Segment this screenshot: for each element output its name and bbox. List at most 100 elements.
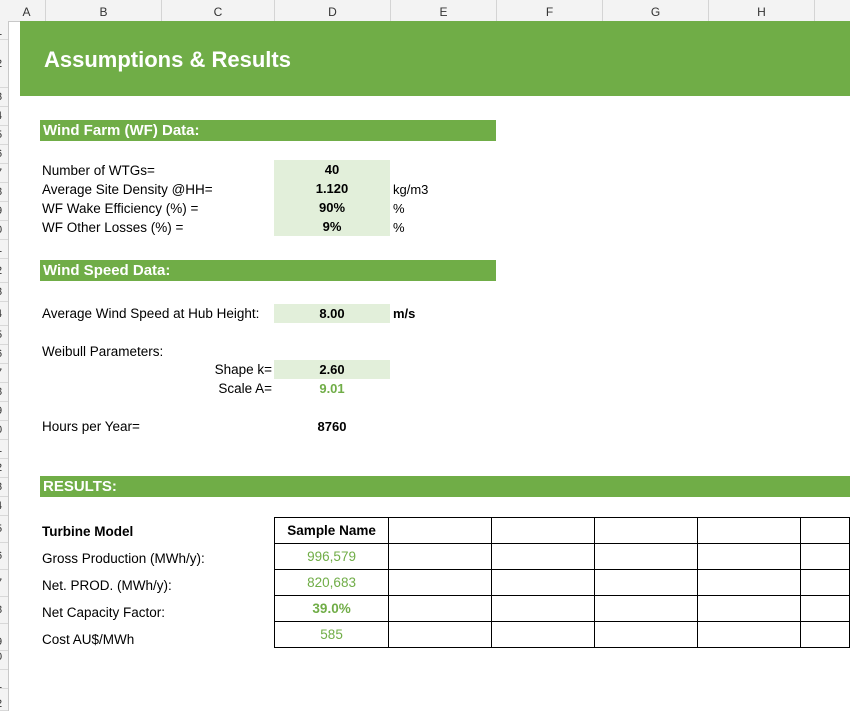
column-header-a[interactable]: A xyxy=(8,0,46,21)
row-header[interactable]: 9 xyxy=(0,402,8,421)
empty-cell[interactable] xyxy=(800,569,850,596)
row-header[interactable]: 0 xyxy=(0,421,8,440)
avg-wind-speed-unit: m/s xyxy=(393,306,416,321)
row-header[interactable]: 8 xyxy=(0,597,8,624)
column-header-h[interactable]: H xyxy=(709,0,815,21)
density-unit: kg/m3 xyxy=(393,182,429,197)
shape-k-input[interactable]: 2.60 xyxy=(274,360,390,379)
table-row: Sample Name xyxy=(273,517,850,544)
empty-cell[interactable] xyxy=(800,595,850,622)
empty-cell[interactable] xyxy=(594,621,699,648)
empty-cell[interactable] xyxy=(388,621,493,648)
column-header-g[interactable]: G xyxy=(603,0,709,21)
row-header[interactable]: 0 xyxy=(0,221,8,240)
wake-efficiency-input[interactable]: 90% xyxy=(274,198,390,217)
row-header[interactable]: 7 xyxy=(0,570,8,597)
other-losses-input[interactable]: 9% xyxy=(274,217,390,236)
section-header-wind-speed: Wind Speed Data: xyxy=(40,260,496,281)
row-header[interactable]: 4 xyxy=(0,302,8,326)
row-header[interactable]: 9 xyxy=(0,202,8,221)
empty-cell[interactable] xyxy=(697,569,802,596)
empty-cell[interactable] xyxy=(697,543,802,570)
empty-cell[interactable] xyxy=(491,517,596,544)
table-row: 585 xyxy=(273,621,850,648)
empty-cell[interactable] xyxy=(800,621,850,648)
empty-cell[interactable] xyxy=(594,595,699,622)
row-header[interactable]: 3 xyxy=(0,283,8,302)
gross-production-label: Gross Production (MWh/y): xyxy=(42,551,205,566)
empty-cell[interactable] xyxy=(491,543,596,570)
avg-wind-speed-label: Average Wind Speed at Hub Height: xyxy=(42,306,260,321)
row-header[interactable]: 5 xyxy=(0,516,8,543)
section-header-results: RESULTS: xyxy=(40,476,850,497)
column-header-f[interactable]: F xyxy=(497,0,603,21)
row-header[interactable]: 6 xyxy=(0,345,8,364)
table-row: 996,579 xyxy=(273,543,850,570)
scale-a-value: 9.01 xyxy=(319,381,345,396)
empty-cell[interactable] xyxy=(594,569,699,596)
cost-label: Cost AU$/MWh xyxy=(42,632,135,647)
row-header[interactable]: 5 xyxy=(0,126,8,145)
turbine-model-cell[interactable]: Sample Name xyxy=(273,517,390,544)
empty-cell[interactable] xyxy=(697,517,802,544)
section-header-wind-farm: Wind Farm (WF) Data: xyxy=(40,120,496,141)
row-header[interactable]: 8 xyxy=(0,383,8,402)
row-header[interactable]: 2 xyxy=(0,689,8,711)
wake-efficiency-unit: % xyxy=(393,201,405,216)
empty-cell[interactable] xyxy=(491,595,596,622)
row-header[interactable]: 1 xyxy=(0,670,8,691)
num-wtg-label: Number of WTGs= xyxy=(42,163,155,178)
row-header[interactable]: 1 xyxy=(0,21,8,40)
shape-k-label: Shape k= xyxy=(214,362,272,377)
results-table: Sample Name 996,579 820,683 39.0% 585 xyxy=(273,517,850,648)
column-header-d[interactable]: D xyxy=(275,0,391,21)
empty-cell[interactable] xyxy=(388,595,493,622)
row-header[interactable]: 2 xyxy=(0,40,8,88)
column-header-c[interactable]: C xyxy=(162,0,275,21)
row-header[interactable]: 5 xyxy=(0,326,8,345)
row-header[interactable]: 7 xyxy=(0,364,8,383)
avg-wind-speed-input[interactable]: 8.00 xyxy=(274,304,390,323)
empty-cell[interactable] xyxy=(388,543,493,570)
row-header[interactable]: 7 xyxy=(0,164,8,183)
table-row: 820,683 xyxy=(273,569,850,596)
cost-cell[interactable]: 585 xyxy=(273,621,390,648)
row-header[interactable]: 8 xyxy=(0,183,8,202)
gross-production-cell[interactable]: 996,579 xyxy=(273,543,390,570)
other-losses-label: WF Other Losses (%) = xyxy=(42,220,184,235)
net-production-cell[interactable]: 820,683 xyxy=(273,569,390,596)
table-row: 39.0% xyxy=(273,595,850,622)
num-wtg-input[interactable]: 40 xyxy=(274,160,390,179)
hours-per-year-label: Hours per Year= xyxy=(42,419,140,434)
row-header[interactable]: 6 xyxy=(0,543,8,570)
column-header-e[interactable]: E xyxy=(391,0,497,21)
empty-cell[interactable] xyxy=(697,595,802,622)
row-header[interactable]: 2 xyxy=(0,459,8,478)
empty-cell[interactable] xyxy=(697,621,802,648)
empty-cell[interactable] xyxy=(594,517,699,544)
empty-cell[interactable] xyxy=(491,621,596,648)
empty-cell[interactable] xyxy=(800,517,850,544)
row-header[interactable]: 4 xyxy=(0,497,8,516)
empty-cell[interactable] xyxy=(800,543,850,570)
row-header[interactable]: 4 xyxy=(0,107,8,126)
row-header[interactable]: 6 xyxy=(0,145,8,164)
net-capacity-factor-cell[interactable]: 39.0% xyxy=(273,595,390,622)
empty-cell[interactable] xyxy=(491,569,596,596)
empty-cell[interactable] xyxy=(388,569,493,596)
wake-efficiency-label: WF Wake Efficiency (%) = xyxy=(42,201,199,216)
hours-per-year-value: 8760 xyxy=(317,419,347,434)
row-header[interactable]: 9 xyxy=(0,624,8,651)
row-header[interactable]: 3 xyxy=(0,478,8,497)
empty-cell[interactable] xyxy=(594,543,699,570)
row-header[interactable]: 3 xyxy=(0,88,8,107)
empty-cell[interactable] xyxy=(388,517,493,544)
row-header[interactable]: 1 xyxy=(0,240,8,259)
row-header[interactable]: 2 xyxy=(0,259,8,283)
turbine-model-label: Turbine Model xyxy=(42,524,134,539)
row-header[interactable]: 0 xyxy=(0,651,8,670)
page-title: Assumptions & Results xyxy=(44,47,291,72)
density-input[interactable]: 1.120 xyxy=(274,179,390,198)
row-header[interactable]: 1 xyxy=(0,440,8,459)
column-header-b[interactable]: B xyxy=(46,0,162,21)
